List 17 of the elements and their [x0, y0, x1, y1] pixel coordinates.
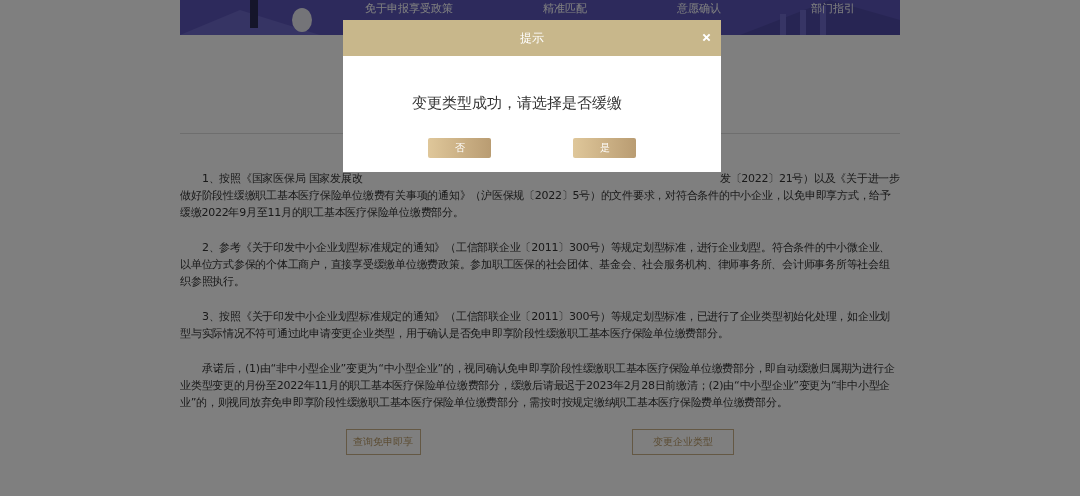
- paragraph-text: 3、按照《关于印发中小企业划型标准规定的通知》（工信部联企业〔2011〕300号）等规定划型标准，已进行了企业类型初始化处理，如企业划型与实际情况不符可通过此申请变更企业类型，用于确认是否免申即享阶段性缓缴职工基本医疗保险单位缴费部分。: [180, 309, 892, 342]
- paragraph-text: 2、参考《关于印发中小企业划型标准规定的通知》（工信部联企业〔2011〕300号）等规定划型标准，进行企业划型。符合条件的中小微企业、以单位方式参保的个体工商户，直接享受缓缴单位缴费政策。参加职工医保的社会团体、基金会、社会服务机构、律师事务所、会计师事务所等社会组织参照执行。: [180, 240, 892, 290]
- paragraph-text: 承诺后，(1)由“非中小型企业”变更为“中小型企业”的，视同确认免申即享阶段性缓缴职工基本医疗保险单位缴费部分，即自动缓缴归属期为进行企业类型变更的月份至2022年11月的职工基本医疗保险单位缴费部分，缓缴后请最迟于2023年2月28日前缴清；(2)由“中小型企业”变更为“非中小型企业”的，则视同放弃免申即享阶段性缓缴职工基本医疗保险单位缴费部分，需按时按规定缴纳职工基本医疗保险费单位缴费部分。: [180, 361, 896, 411]
- banner-label: 部门指引: [811, 2, 855, 16]
- paragraph-text: 发〔2022〕21号）以及《关于进一步: [719, 171, 900, 187]
- dialog-message: 变更类型成功，请选择是否缓缴: [411, 94, 623, 113]
- banner-label: 免于申报享受政策: [365, 2, 453, 16]
- banner-label: 意愿确认: [677, 2, 721, 16]
- dialog-button[interactable]: 否: [428, 138, 491, 158]
- banner-label: 精准匹配: [543, 2, 587, 16]
- action-button[interactable]: 变更企业类型: [632, 429, 735, 455]
- dialog-title: 提示: [520, 29, 544, 47]
- action-button[interactable]: 查询免申即享: [345, 429, 421, 455]
- paragraph-text: 做好阶段性缓缴职工基本医疗保险单位缴费有关事项的通知》（沪医保规〔2022〕5号）的文件要求，对符合条件的中小企业，以免申即享方式，给予缓缴2022年9月至11月的职工基本医疗保险单位缴费部分。: [180, 188, 892, 221]
- paragraph-text: 1、按照《国家医保局 国家发展改: [202, 171, 363, 187]
- close-icon[interactable]: [702, 33, 711, 42]
- dialog-button[interactable]: 是: [573, 138, 636, 158]
